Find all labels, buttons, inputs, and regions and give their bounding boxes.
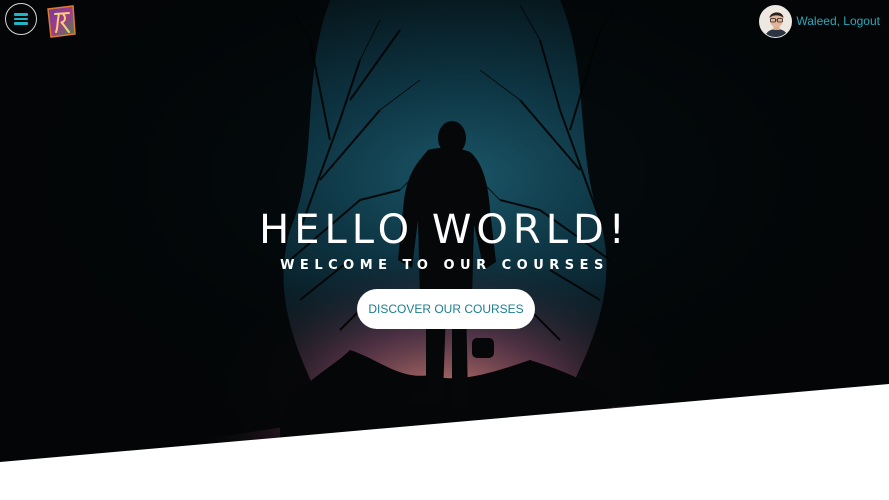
menu-bar	[14, 13, 28, 16]
user-avatar[interactable]	[759, 4, 793, 38]
discover-courses-button[interactable]: DISCOVER OUR COURSES	[357, 289, 535, 329]
brand-logo-icon	[47, 5, 76, 38]
hero-subtitle: WELCOME TO OUR COURSES	[280, 258, 609, 273]
menu-bar	[14, 22, 28, 25]
menu-bar	[14, 17, 28, 21]
brand-logo[interactable]	[45, 4, 77, 40]
hero-title: HELLO WORLD!	[259, 207, 630, 253]
user-avatar-icon	[760, 5, 792, 37]
user-menu: Waleed, Logout	[759, 3, 880, 39]
hamburger-menu-icon[interactable]	[5, 3, 37, 35]
user-logout-link[interactable]: Waleed, Logout	[796, 14, 880, 28]
